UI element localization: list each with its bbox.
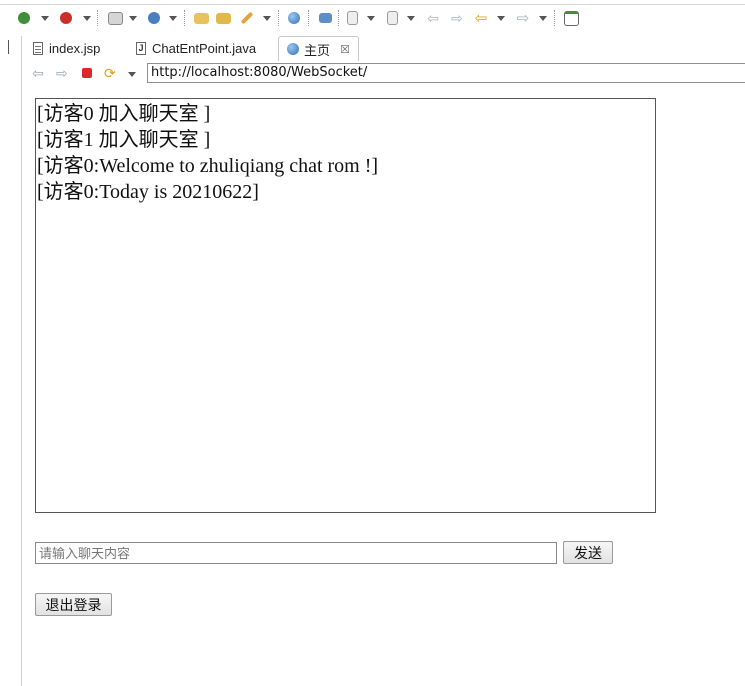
- next-annotation-icon[interactable]: [344, 9, 360, 27]
- jsp-file-icon: [33, 41, 43, 55]
- logout-button[interactable]: 退出登录: [35, 593, 112, 616]
- external-tools-icon[interactable]: [146, 9, 162, 27]
- new-server-icon[interactable]: [106, 9, 124, 27]
- forward-history-caret[interactable]: [538, 9, 548, 27]
- chat-message: [访客0:Today is 20210622]: [37, 181, 259, 203]
- chat-input[interactable]: [35, 542, 557, 564]
- back-history-icon[interactable]: ⇦: [472, 9, 490, 27]
- back-history-caret[interactable]: [496, 9, 506, 27]
- toolbar-separator: [308, 10, 310, 26]
- url-input[interactable]: http://localhost:8080/WebSocket/: [147, 63, 745, 83]
- toolbar-top-border: [0, 4, 745, 5]
- previous-annotation-caret[interactable]: [406, 9, 416, 27]
- new-window-icon[interactable]: [562, 9, 580, 27]
- chat-messages-box: [访客0 加入聊天室 ] [访客1 加入聊天室 ] [访客0:Welcome t…: [35, 98, 656, 513]
- search-icon[interactable]: [316, 9, 334, 27]
- debug-dropdown-caret[interactable]: [40, 9, 50, 27]
- chat-message: [访客1 加入聊天室 ]: [37, 129, 211, 151]
- left-gutter-marker: [8, 40, 9, 54]
- close-tab-icon[interactable]: ☒: [340, 43, 350, 56]
- editor-tab-bar: index.jsp J ChatEntPoint.java 主页 ☒: [22, 36, 745, 61]
- forward-history-icon[interactable]: ⇨: [514, 9, 532, 27]
- stop-icon[interactable]: [82, 68, 92, 78]
- globe-icon: [287, 43, 299, 55]
- next-annotation-caret[interactable]: [366, 9, 376, 27]
- browser-back-icon[interactable]: ⇦: [32, 66, 44, 80]
- forward-icon[interactable]: ⇨: [448, 9, 466, 27]
- browser-forward-icon[interactable]: ⇨: [56, 66, 68, 80]
- toolbar-separator: [97, 10, 99, 26]
- run-dropdown-caret[interactable]: [82, 9, 92, 27]
- java-file-icon: J: [136, 41, 146, 55]
- refresh-icon[interactable]: ⟳: [104, 65, 116, 82]
- open-task-icon[interactable]: [214, 9, 232, 27]
- toolbar-separator: [278, 10, 280, 26]
- tab-label: 主页: [304, 42, 331, 58]
- previous-annotation-icon[interactable]: [384, 9, 400, 27]
- left-gutter-rule: [21, 36, 22, 686]
- toolbar-separator: [338, 10, 340, 26]
- debug-icon[interactable]: [16, 9, 32, 27]
- toolbar-separator: [184, 10, 186, 26]
- refresh-dropdown-caret[interactable]: [128, 72, 136, 77]
- run-icon[interactable]: [58, 9, 74, 27]
- pen-dropdown-caret[interactable]: [262, 9, 272, 27]
- pen-icon[interactable]: [238, 9, 256, 27]
- web-browser-icon[interactable]: [286, 9, 302, 27]
- send-button[interactable]: 发送: [563, 541, 613, 564]
- browser-nav-bar: ⇦ ⇨ ⟳ http://localhost:8080/WebSocket/: [22, 60, 745, 88]
- server-dropdown-caret[interactable]: [128, 9, 138, 27]
- back-icon[interactable]: ⇦: [424, 9, 442, 27]
- tab-label: index.jsp: [49, 40, 101, 56]
- tab-chatentpoint-java[interactable]: J ChatEntPoint.java: [136, 36, 256, 60]
- chat-message: [访客0 加入聊天室 ]: [37, 103, 211, 125]
- tab-home[interactable]: 主页 ☒: [278, 36, 359, 61]
- toolbar-separator: [554, 10, 556, 26]
- tab-index-jsp[interactable]: index.jsp: [33, 36, 100, 60]
- tab-label: ChatEntPoint.java: [152, 40, 257, 56]
- chat-message: [访客0:Welcome to zhuliqiang chat rom !]: [37, 155, 379, 177]
- main-toolbar: ⇦ ⇨ ⇦ ⇨: [0, 0, 745, 36]
- open-folder-icon[interactable]: [192, 9, 210, 27]
- external-tools-caret[interactable]: [168, 9, 178, 27]
